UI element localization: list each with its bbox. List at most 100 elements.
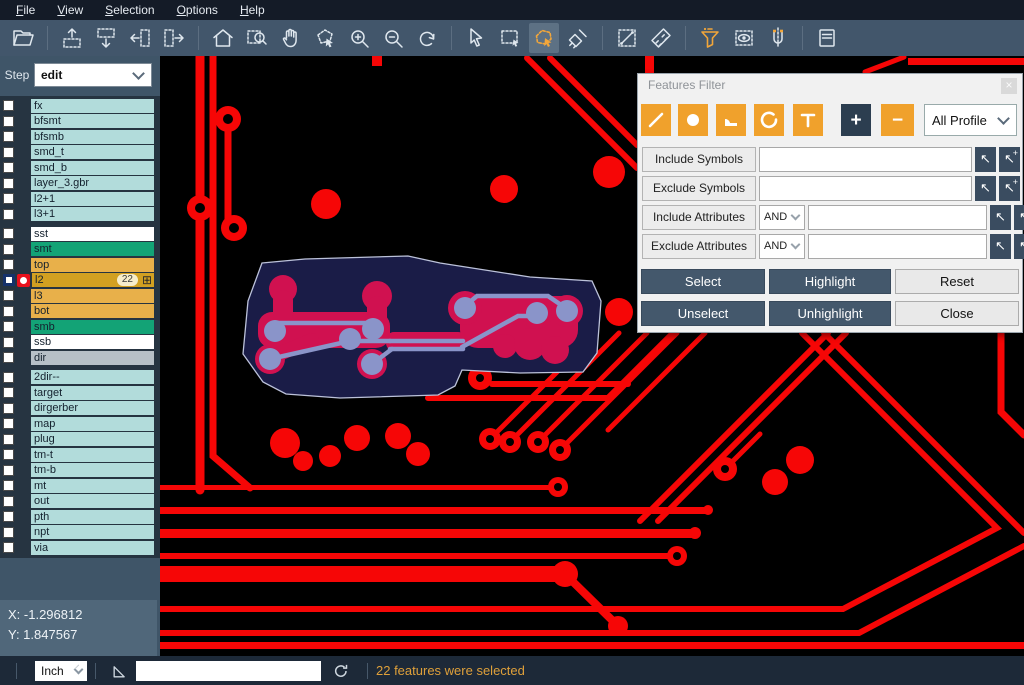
layer-row-smt[interactable]: smt [0, 242, 160, 258]
layer-name-label[interactable]: mt [31, 479, 154, 493]
layer-row-fx[interactable]: fx [0, 98, 160, 114]
surface-feature-icon[interactable] [716, 104, 746, 136]
layer-name-label[interactable]: sst [31, 227, 154, 241]
filter-value-input[interactable] [808, 205, 987, 230]
zoom-out-icon[interactable] [378, 23, 408, 53]
pick-arrow-button[interactable]: ↖ [990, 205, 1011, 230]
rectangle-select-icon[interactable] [495, 23, 525, 53]
layer-row-top[interactable]: top [0, 257, 160, 273]
layer-row-2dir--[interactable]: 2dir-- [0, 370, 160, 386]
layer-visibility-checkbox[interactable] [3, 337, 14, 348]
close-icon[interactable]: × [1001, 78, 1017, 94]
layer-row-npt[interactable]: npt [0, 525, 160, 541]
move-right-icon[interactable] [159, 23, 189, 53]
layer-row-mt[interactable]: mt [0, 478, 160, 494]
layer-row-ssb[interactable]: ssb [0, 335, 160, 351]
layer-name-label[interactable]: l3+1 [31, 207, 154, 221]
profile-combo[interactable]: All Profile [924, 104, 1017, 136]
layer-name-label[interactable]: target [31, 386, 154, 400]
layer-visibility-checkbox[interactable] [3, 542, 14, 553]
unselect-button[interactable]: Unselect [641, 301, 765, 326]
negative-polarity-button[interactable]: − [881, 104, 914, 136]
layer-row-l2[interactable]: l222⊞ [0, 273, 160, 289]
include-attributes-button[interactable]: Include Attributes [642, 205, 756, 230]
exclude-symbols-button[interactable]: Exclude Symbols [642, 176, 756, 201]
layer-visibility-checkbox[interactable] [3, 465, 14, 476]
report-icon[interactable] [812, 23, 842, 53]
layer-row-target[interactable]: target [0, 385, 160, 401]
layer-visibility-checkbox[interactable] [3, 434, 14, 445]
layer-visibility-checkbox[interactable] [3, 387, 14, 398]
layer-name-label[interactable]: l3 [31, 289, 154, 303]
pick-arrow-button[interactable]: ↖ [975, 176, 996, 201]
layer-row-dirgerber[interactable]: dirgerber [0, 401, 160, 417]
units-combo[interactable]: Inch [35, 661, 87, 681]
layer-row-bfsmb[interactable]: bfsmb [0, 129, 160, 145]
layer-visibility-checkbox[interactable] [3, 193, 14, 204]
layer-name-label[interactable]: smb [31, 320, 154, 334]
layer-name-label[interactable]: smt [31, 242, 154, 256]
zoom-previous-icon[interactable] [412, 23, 442, 53]
layer-name-label[interactable]: tm-b [31, 463, 154, 477]
unhighlight-button[interactable]: Unhighlight [769, 301, 891, 326]
pan-hand-icon[interactable] [276, 23, 306, 53]
layer-name-label[interactable]: l2+1 [31, 192, 154, 206]
layer-row-bot[interactable]: bot [0, 304, 160, 320]
layer-row-l2+1[interactable]: l2+1 [0, 191, 160, 207]
zoom-window-icon[interactable] [242, 23, 272, 53]
menu-item-help[interactable]: Help [230, 1, 275, 19]
open-folder-icon[interactable] [8, 23, 38, 53]
filter-value-input[interactable] [759, 147, 972, 172]
layer-visibility-checkbox[interactable] [3, 131, 14, 142]
layer-row-layer_3.gbr[interactable]: layer_3.gbr [0, 176, 160, 192]
layer-name-label[interactable]: fx [31, 99, 154, 113]
layer-name-label[interactable]: via [31, 541, 154, 555]
layer-visibility-checkbox[interactable] [3, 100, 14, 111]
layer-row-dir[interactable]: dir [0, 350, 160, 366]
layer-name-label[interactable]: dirgerber [31, 401, 154, 415]
layer-visibility-checkbox[interactable] [3, 511, 14, 522]
layer-name-label[interactable]: bfsmb [31, 130, 154, 144]
layer-visibility-checkbox[interactable] [3, 274, 15, 286]
move-left-icon[interactable] [125, 23, 155, 53]
layer-visibility-checkbox[interactable] [3, 321, 14, 332]
pick-arrow-add-button[interactable]: ↖+ [1014, 205, 1024, 230]
polygon-select-icon[interactable] [529, 23, 559, 53]
zoom-in-icon[interactable] [344, 23, 374, 53]
layer-name-label[interactable]: tm-t [31, 448, 154, 462]
layer-visibility-checkbox[interactable] [3, 116, 14, 127]
layer-name-label[interactable]: plug [31, 432, 154, 446]
layer-name-label[interactable]: top [31, 258, 154, 272]
pick-arrow-add-button[interactable]: ↖+ [1014, 234, 1024, 259]
layer-row-tm-b[interactable]: tm-b [0, 463, 160, 479]
refresh-icon[interactable] [331, 661, 351, 681]
exclude-attributes-button[interactable]: Exclude Attributes [642, 234, 756, 259]
layer-name-label[interactable]: pth [31, 510, 154, 524]
menu-item-selection[interactable]: Selection [95, 1, 164, 19]
pick-arrow-add-button[interactable]: ↖+ [999, 147, 1020, 172]
ruler-icon[interactable] [646, 23, 676, 53]
menu-item-options[interactable]: Options [167, 1, 228, 19]
layer-row-out[interactable]: out [0, 494, 160, 510]
reset-button[interactable]: Reset [895, 269, 1019, 294]
home-view-icon[interactable] [208, 23, 238, 53]
arc-feature-icon[interactable] [754, 104, 784, 136]
layer-visibility-checkbox[interactable] [3, 496, 14, 507]
layer-visibility-checkbox[interactable] [3, 178, 14, 189]
layer-visibility-checkbox[interactable] [3, 527, 14, 538]
layer-visibility-checkbox[interactable] [3, 290, 14, 301]
layer-visibility-checkbox[interactable] [3, 418, 14, 429]
select-cursor-icon[interactable] [461, 23, 491, 53]
pad-feature-icon[interactable] [678, 104, 708, 136]
positive-polarity-button[interactable]: + [841, 104, 871, 136]
layer-visibility-checkbox[interactable] [3, 403, 14, 414]
pick-arrow-button[interactable]: ↖ [975, 147, 996, 172]
highlight-button[interactable]: Highlight [769, 269, 891, 294]
layer-row-pth[interactable]: pth [0, 509, 160, 525]
layer-visibility-checkbox[interactable] [3, 480, 14, 491]
filter-value-input[interactable] [808, 234, 987, 259]
layer-name-label[interactable]: 2dir-- [31, 370, 154, 384]
menu-item-file[interactable]: File [6, 1, 45, 19]
text-feature-icon[interactable] [793, 104, 823, 136]
layer-name-label[interactable]: smd_t [31, 145, 154, 159]
